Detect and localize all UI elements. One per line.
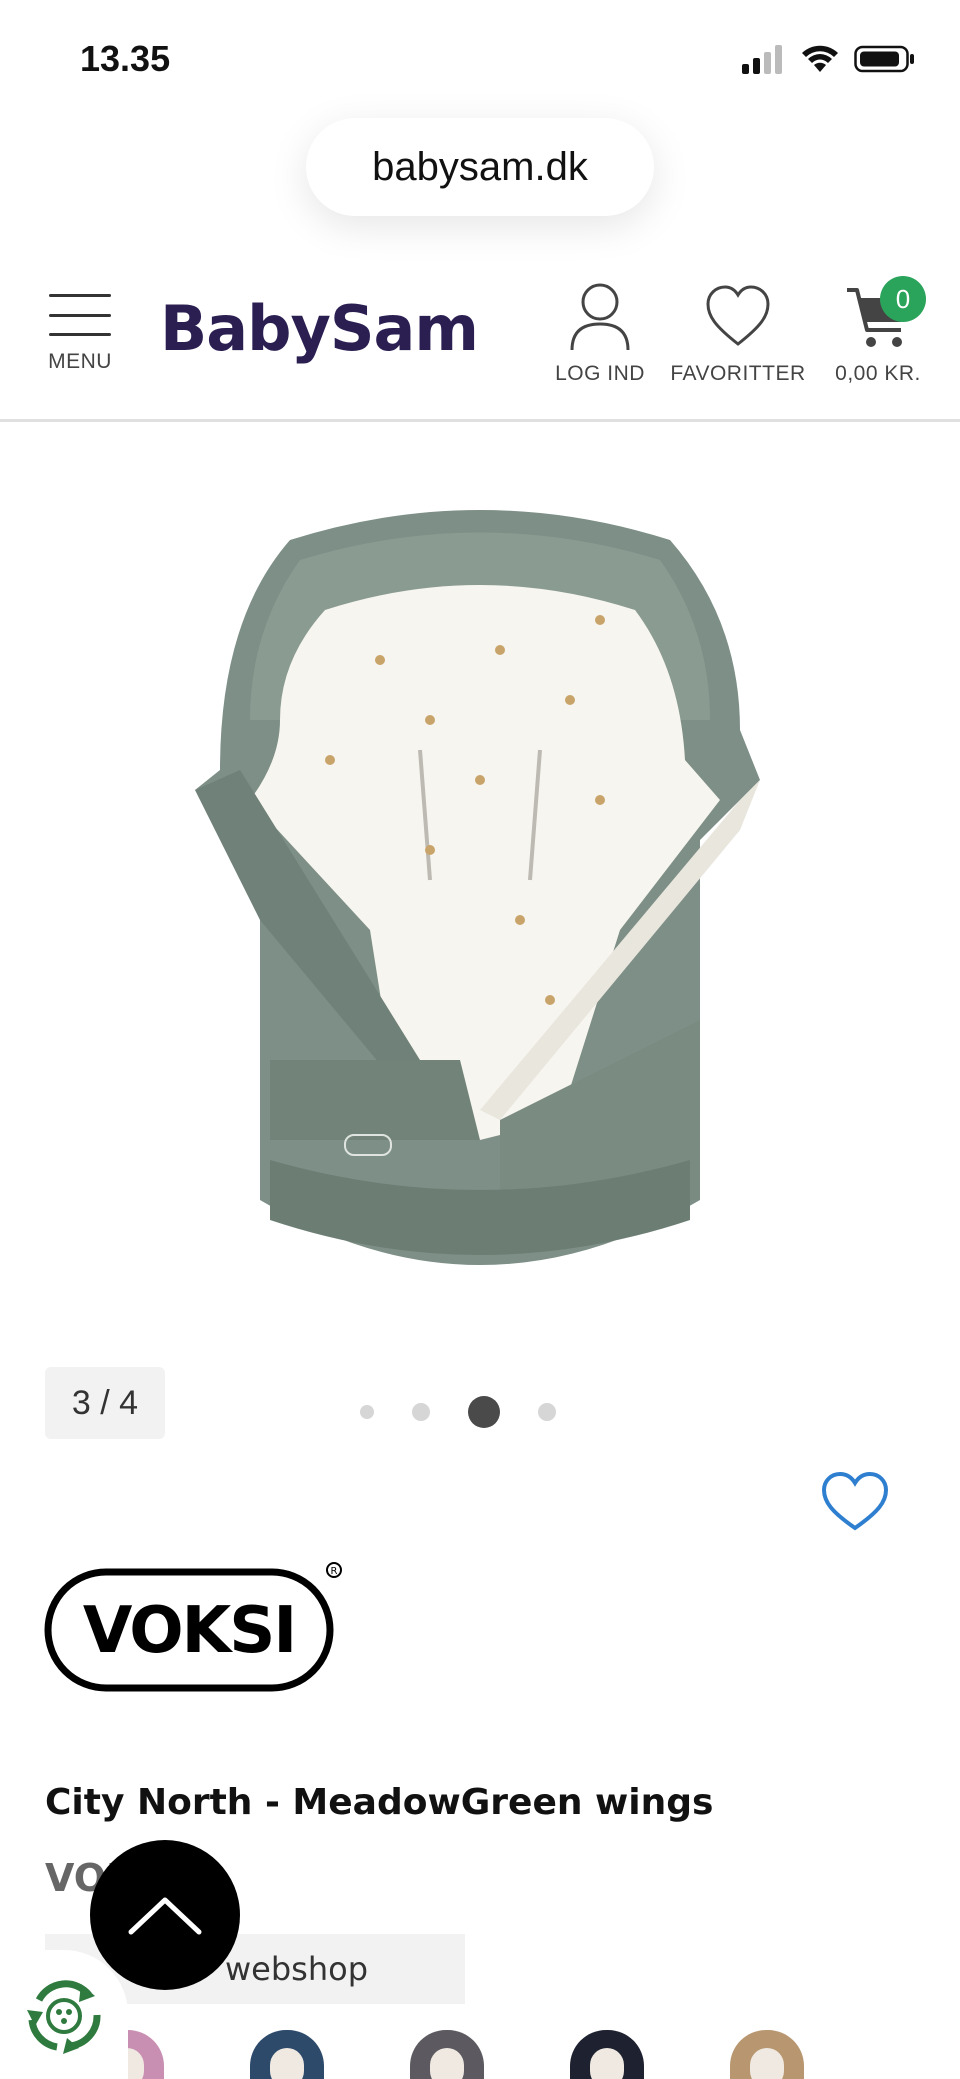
color-variants <box>90 2030 960 2079</box>
product-image[interactable] <box>180 500 780 1300</box>
gallery-dot-1[interactable] <box>360 1405 374 1419</box>
babysam-logo[interactable]: BabySam <box>160 292 479 365</box>
cart-count-badge: 0 <box>880 276 926 322</box>
address-bar[interactable]: babysam.dk <box>306 118 654 216</box>
webshop-label: webshop <box>225 1950 369 1988</box>
chevron-up-icon <box>128 1897 202 1935</box>
image-counter: 3 / 4 <box>45 1367 165 1439</box>
gallery-dot-2[interactable] <box>412 1403 430 1421</box>
scroll-to-top-button[interactable] <box>90 1840 240 1990</box>
site-header: MENU BabySam LOG IND FAVORITTER 0 0,00 K… <box>0 270 960 422</box>
svg-text:R: R <box>331 1566 338 1577</box>
url-text: babysam.dk <box>372 144 588 189</box>
status-time: 13.35 <box>80 38 171 79</box>
favorites-label: FAVORITTER <box>670 362 806 385</box>
recycle-icon <box>27 1979 101 2054</box>
gallery-dot-4[interactable] <box>538 1403 556 1421</box>
heart-icon <box>706 285 770 346</box>
favorites-button[interactable]: FAVORITTER <box>668 282 808 386</box>
login-button[interactable]: LOG IND <box>550 282 650 386</box>
signal-icon <box>742 45 782 74</box>
brand-logo[interactable]: VOKSI R <box>44 1562 344 1702</box>
product-title: City North - MeadowGreen wings <box>45 1782 714 1823</box>
variant-thumbnail[interactable] <box>730 2030 804 2079</box>
eco-badge[interactable] <box>0 1950 128 2079</box>
hamburger-icon <box>49 290 111 340</box>
add-to-favorites-heart-icon[interactable] <box>820 1470 890 1534</box>
gallery-pagination <box>360 1396 556 1428</box>
variant-thumbnail[interactable] <box>570 2030 644 2079</box>
variant-thumbnail[interactable] <box>410 2030 484 2079</box>
menu-label: MENU <box>48 350 112 373</box>
battery-icon <box>854 45 914 73</box>
brand-logo-text: VOKSI <box>83 1594 295 1668</box>
user-icon <box>570 283 630 351</box>
voksi-logo: VOKSI R <box>44 1562 342 1692</box>
login-label: LOG IND <box>555 362 645 385</box>
variant-thumbnail[interactable] <box>250 2030 324 2079</box>
cart-total-label: 0,00 KR. <box>835 362 921 385</box>
cart-button[interactable]: 0 0,00 KR. <box>828 276 928 386</box>
status-icons <box>742 44 916 74</box>
gallery-dot-3-active[interactable] <box>468 1396 500 1428</box>
status-bar: 13.35 <box>0 0 960 110</box>
footmuff-illustration <box>195 510 760 1265</box>
wifi-icon <box>802 45 838 72</box>
menu-button[interactable]: MENU <box>40 290 120 374</box>
